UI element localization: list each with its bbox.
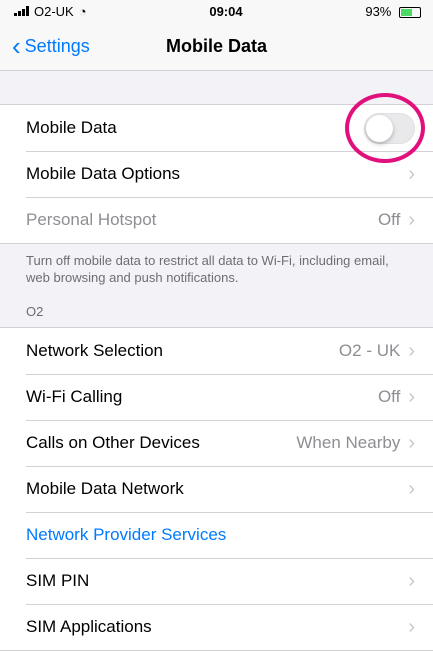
mobile-data-options-row[interactable]: Mobile Data Options › [0,151,433,197]
carrier-group: Network Selection O2 - UK › Wi-Fi Callin… [0,327,433,651]
network-selection-label: Network Selection [26,341,164,360]
mobile-data-network-row[interactable]: Mobile Data Network › [0,466,433,512]
wifi-calling-value: Off › [378,386,415,409]
sim-pin-row[interactable]: SIM PIN › [0,558,433,604]
mobile-data-options-label: Mobile Data Options [26,164,181,183]
personal-hotspot-label: Personal Hotspot [26,210,157,229]
wifi-icon: ◔ [78,3,87,19]
toggle-knob [366,114,393,142]
network-selection-row[interactable]: Network Selection O2 - UK › [0,328,433,374]
status-right: 93% [365,4,421,19]
personal-hotspot-value: Off › [378,209,415,232]
mobile-data-toggle[interactable] [364,112,415,144]
network-provider-services-label: Network Provider Services [26,525,227,544]
page-title: Mobile Data [165,35,268,56]
personal-hotspot-row[interactable]: Personal Hotspot Off › [0,197,433,243]
mobile-data-network-label: Mobile Data Network [26,479,184,498]
calls-on-other-devices-status: When Nearby [296,433,401,452]
calls-on-other-devices-row[interactable]: Calls on Other Devices When Nearby › [0,420,433,466]
signal-strength-icon [14,6,29,16]
mobile-data-label: Mobile Data [26,118,117,137]
chevron-right-icon: › [408,385,415,408]
hotspot-status: Off [377,210,401,229]
calls-on-other-devices-label: Calls on Other Devices [26,433,200,452]
calls-on-other-devices-value: When Nearby › [296,432,415,455]
mobile-data-group: Mobile Data Mobile Data Options › Person… [0,104,433,244]
back-button[interactable]: ‹ Settings [0,33,90,59]
chevron-right-icon: › [408,477,415,500]
chevron-right-icon: › [408,162,415,185]
battery-percent: 93% [365,3,392,19]
carrier-name: O2-UK [34,3,74,19]
status-time: 09:04 [209,3,243,19]
network-selection-status: O2 - UK [338,341,401,360]
chevron-right-icon: › [408,339,415,362]
wifi-calling-row[interactable]: Wi-Fi Calling Off › [0,374,433,420]
sim-applications-row[interactable]: SIM Applications › [0,604,433,650]
wifi-calling-status: Off [377,387,401,406]
sim-applications-label: SIM Applications [26,617,152,636]
mobile-data-footer-note: Turn off mobile data to restrict all dat… [26,253,389,285]
chevron-right-icon: › [408,208,415,231]
back-label: Settings [24,35,90,56]
navigation-bar: ‹ Settings Mobile Data [0,22,433,71]
battery-icon [399,6,421,18]
status-left: O2-UK ◔ [14,4,87,19]
wifi-calling-label: Wi-Fi Calling [26,387,123,406]
sim-pin-label: SIM PIN [26,571,90,590]
chevron-right-icon: › [408,569,415,592]
status-bar: O2-UK ◔ 09:04 93% [0,0,433,22]
mobile-data-row: Mobile Data [0,105,433,151]
network-selection-value: O2 - UK › [339,340,415,363]
network-provider-services-row[interactable]: Network Provider Services [0,512,433,558]
chevron-right-icon: › [408,615,415,638]
chevron-left-icon: ‹ [12,31,21,61]
section-header-o2: O2 [26,304,44,319]
chevron-right-icon: › [408,431,415,454]
